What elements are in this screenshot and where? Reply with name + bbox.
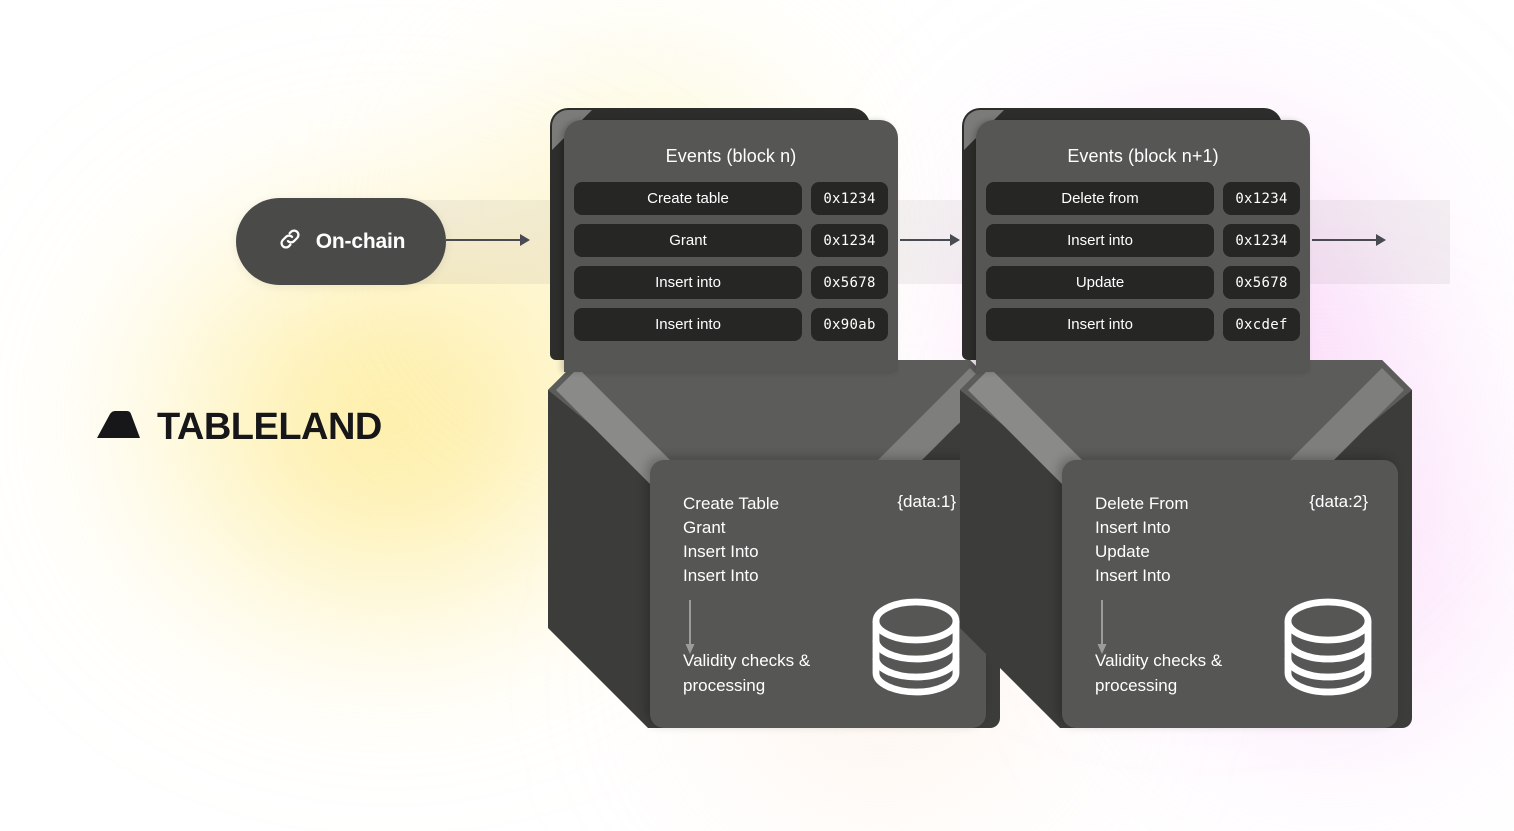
chain-link-icon: [277, 226, 303, 257]
right-arrow-icon: [950, 234, 960, 246]
events-row-list: Delete from 0x1234 Insert into 0x1234 Up…: [976, 182, 1310, 341]
processing-cube-1: Create Table Grant Insert Into Insert In…: [548, 360, 1000, 728]
on-chain-label: On-chain: [315, 229, 406, 253]
event-hash: 0x5678: [1223, 266, 1300, 299]
tableland-logo: TABLELAND: [94, 408, 382, 446]
cube-data-tag: {data:2}: [1309, 492, 1368, 511]
event-row[interactable]: Delete from 0x1234: [986, 182, 1300, 215]
events-card-2: Events (block n+1) Delete from 0x1234 In…: [976, 120, 1310, 372]
event-hash: 0x90ab: [811, 308, 888, 341]
event-row[interactable]: Insert into 0xcdef: [986, 308, 1300, 341]
database-icon: [1280, 597, 1376, 702]
right-arrow-icon: [1376, 234, 1386, 246]
cube-operations-list: Create Table Grant Insert Into Insert In…: [683, 494, 780, 585]
event-row[interactable]: Insert into 0x90ab: [574, 308, 888, 341]
event-hash: 0x1234: [1223, 224, 1300, 257]
arrow-shaft: [900, 239, 951, 241]
event-name: Insert into: [986, 224, 1214, 257]
cube-front-face: Create Table Grant Insert Into Insert In…: [650, 460, 986, 728]
event-hash: 0x1234: [811, 224, 888, 257]
processing-cube-2: Delete From Insert Into Update Insert In…: [960, 360, 1412, 728]
event-row[interactable]: Insert into 0x5678: [574, 266, 888, 299]
event-name: Update: [986, 266, 1214, 299]
event-name: Insert into: [574, 266, 802, 299]
events-row-list: Create table 0x1234 Grant 0x1234 Insert …: [564, 182, 898, 341]
event-name: Create table: [574, 182, 802, 215]
arrow-block-n1-to-next: [1312, 233, 1386, 247]
arrow-shaft: [446, 239, 521, 241]
event-hash: 0xcdef: [1223, 308, 1300, 341]
event-hash: 0x1234: [1223, 182, 1300, 215]
event-hash: 0x1234: [811, 182, 888, 215]
arrow-onchain-to-block-n: [446, 233, 530, 247]
arrow-shaft: [1312, 239, 1377, 241]
cube-footer-text: Validity checks & processing: [1095, 651, 1223, 695]
events-card-1: Events (block n) Create table 0x1234 Gra…: [564, 120, 898, 372]
event-name: Insert into: [574, 308, 802, 341]
events-card-title: Events (block n): [665, 146, 797, 166]
logo-wordmark: TABLELAND: [157, 406, 382, 448]
cube-operations-list: Delete From Insert Into Update Insert In…: [1095, 494, 1189, 585]
cube-front-face: Delete From Insert Into Update Insert In…: [1062, 460, 1398, 728]
cube-footer-text: Validity checks & processing: [683, 651, 811, 695]
events-card-title: Events (block n+1): [1067, 146, 1219, 166]
on-chain-node[interactable]: On-chain: [236, 198, 446, 285]
event-name: Grant: [574, 224, 802, 257]
event-name: Delete from: [986, 182, 1214, 215]
event-row[interactable]: Insert into 0x1234: [986, 224, 1300, 257]
database-icon: [868, 597, 964, 702]
event-hash: 0x5678: [811, 266, 888, 299]
mountain-icon: [94, 410, 146, 445]
diagram-canvas: On-chain TABLELAND Create Table Grant In…: [0, 0, 1514, 831]
event-row[interactable]: Grant 0x1234: [574, 224, 888, 257]
cube-data-tag: {data:1}: [897, 492, 956, 511]
event-name: Insert into: [986, 308, 1214, 341]
arrow-block-n-to-block-n1: [900, 233, 960, 247]
event-row[interactable]: Create table 0x1234: [574, 182, 888, 215]
right-arrow-icon: [520, 234, 530, 246]
event-row[interactable]: Update 0x5678: [986, 266, 1300, 299]
